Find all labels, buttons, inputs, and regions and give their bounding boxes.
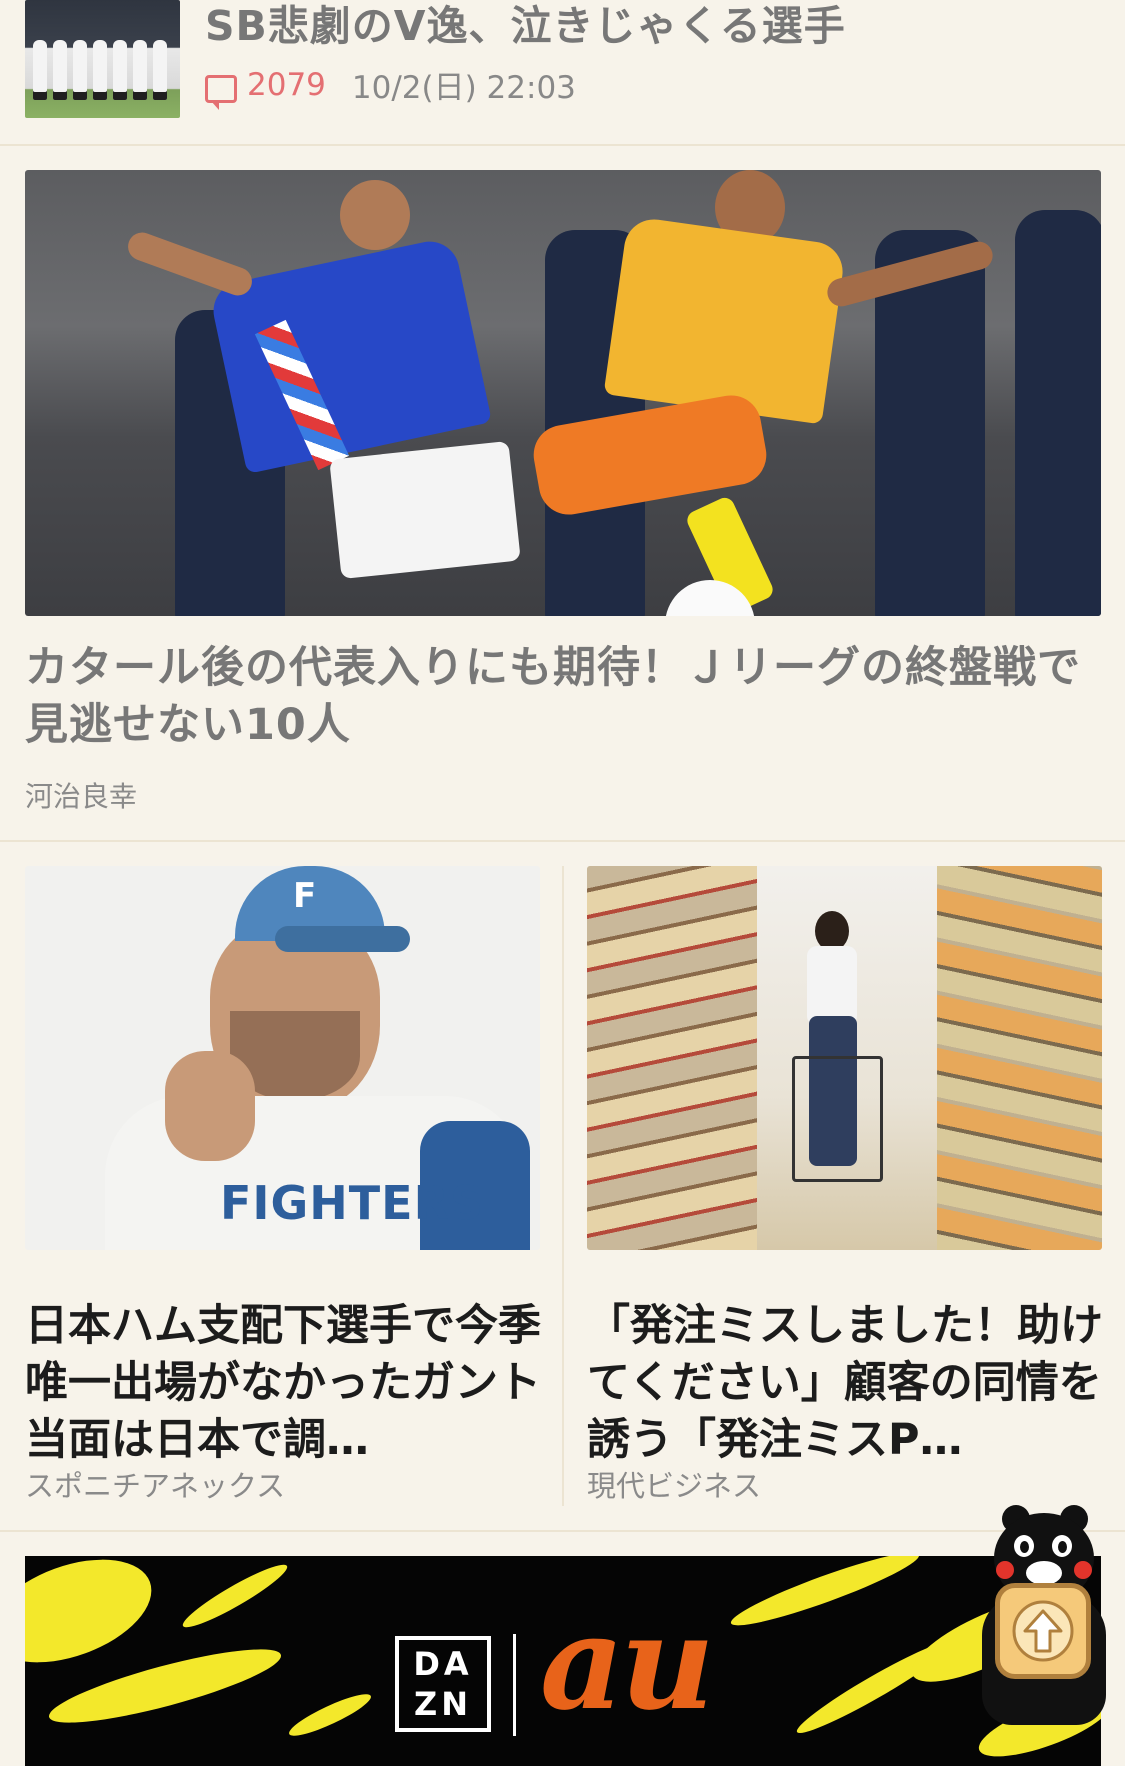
- au-logo: au: [540, 1586, 715, 1739]
- dazn-logo: DA ZN: [395, 1636, 491, 1732]
- article-datetime: 10/2(日) 22:03: [351, 70, 576, 106]
- comment-icon: [205, 74, 237, 110]
- divider: [0, 144, 1125, 146]
- up-arrow-icon: [1012, 1600, 1074, 1662]
- card-source-supermarket: 現代ビジネス: [587, 1469, 762, 1503]
- card-source-baseball: スポニチアネックス: [25, 1469, 286, 1503]
- dazn-logo-line2: ZN: [414, 1685, 472, 1723]
- card-title-baseball[interactable]: 日本ハム支配下選手で今季唯一出場がなかったガント 当面は日本で調…: [25, 1298, 584, 1469]
- divider: [0, 1530, 1125, 1532]
- advertisement-banner[interactable]: DA ZN au: [25, 1556, 1101, 1766]
- card-title-supermarket[interactable]: 「発注ミスしました！助けてください」顧客の同情を誘う「発注ミスP…: [587, 1298, 1107, 1469]
- comment-count: 2079: [247, 66, 326, 103]
- back-to-top-button[interactable]: [995, 1583, 1091, 1679]
- card-image-supermarket[interactable]: [587, 866, 1102, 1250]
- top-article-thumbnail[interactable]: [25, 0, 180, 118]
- card-image-baseball[interactable]: F FIGHTERS: [25, 866, 540, 1250]
- dazn-logo-line1: DA: [413, 1645, 473, 1683]
- divider: [0, 840, 1125, 842]
- hero-article-image[interactable]: [25, 170, 1101, 616]
- hero-article-title[interactable]: カタール後の代表入りにも期待！Ｊリーグの終盤戦で見逃せない10人: [25, 640, 1105, 754]
- ad-logo-separator: [513, 1634, 516, 1736]
- column-divider: [562, 866, 564, 1506]
- top-article-meta: 2079 10/2(日) 22:03: [205, 62, 576, 110]
- hero-article-source: 河治良幸: [25, 780, 138, 813]
- top-article-title[interactable]: SB悲劇のV逸、泣きじゃくる選手: [205, 0, 846, 52]
